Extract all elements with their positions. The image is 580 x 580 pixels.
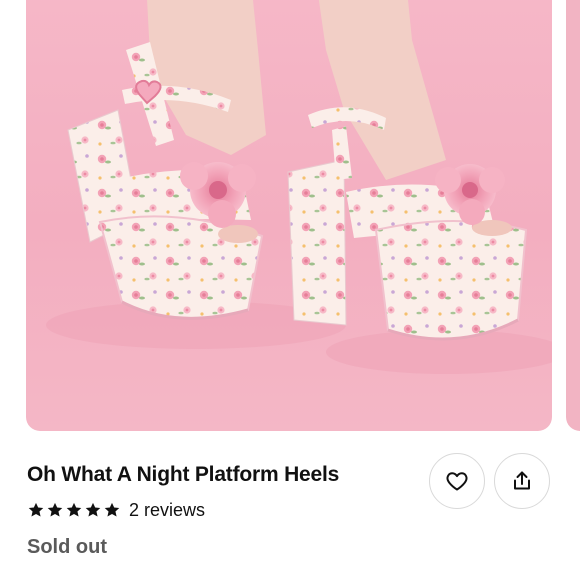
reviews-link[interactable]: 2 reviews bbox=[129, 500, 205, 521]
shoes-illustration bbox=[46, 0, 552, 374]
share-icon bbox=[514, 471, 530, 490]
star-icon bbox=[104, 502, 120, 517]
star-rating bbox=[27, 501, 121, 519]
product-image[interactable] bbox=[26, 0, 552, 431]
next-image-peek[interactable] bbox=[566, 0, 580, 431]
rating-row[interactable]: 2 reviews bbox=[27, 498, 205, 522]
status-label: Sold out bbox=[27, 536, 107, 558]
product-title: Oh What A Night Platform Heels bbox=[27, 463, 340, 486]
star-icon bbox=[47, 502, 63, 517]
star-icon bbox=[85, 502, 101, 517]
heart-icon bbox=[446, 472, 468, 491]
like-button[interactable] bbox=[429, 453, 485, 509]
star-icon bbox=[28, 502, 44, 517]
share-button[interactable] bbox=[494, 453, 550, 509]
star-icon bbox=[66, 502, 82, 517]
previous-image-peek[interactable] bbox=[0, 0, 14, 432]
product-listing: Oh What A Night Platform Heels 2 reviews… bbox=[0, 0, 580, 580]
